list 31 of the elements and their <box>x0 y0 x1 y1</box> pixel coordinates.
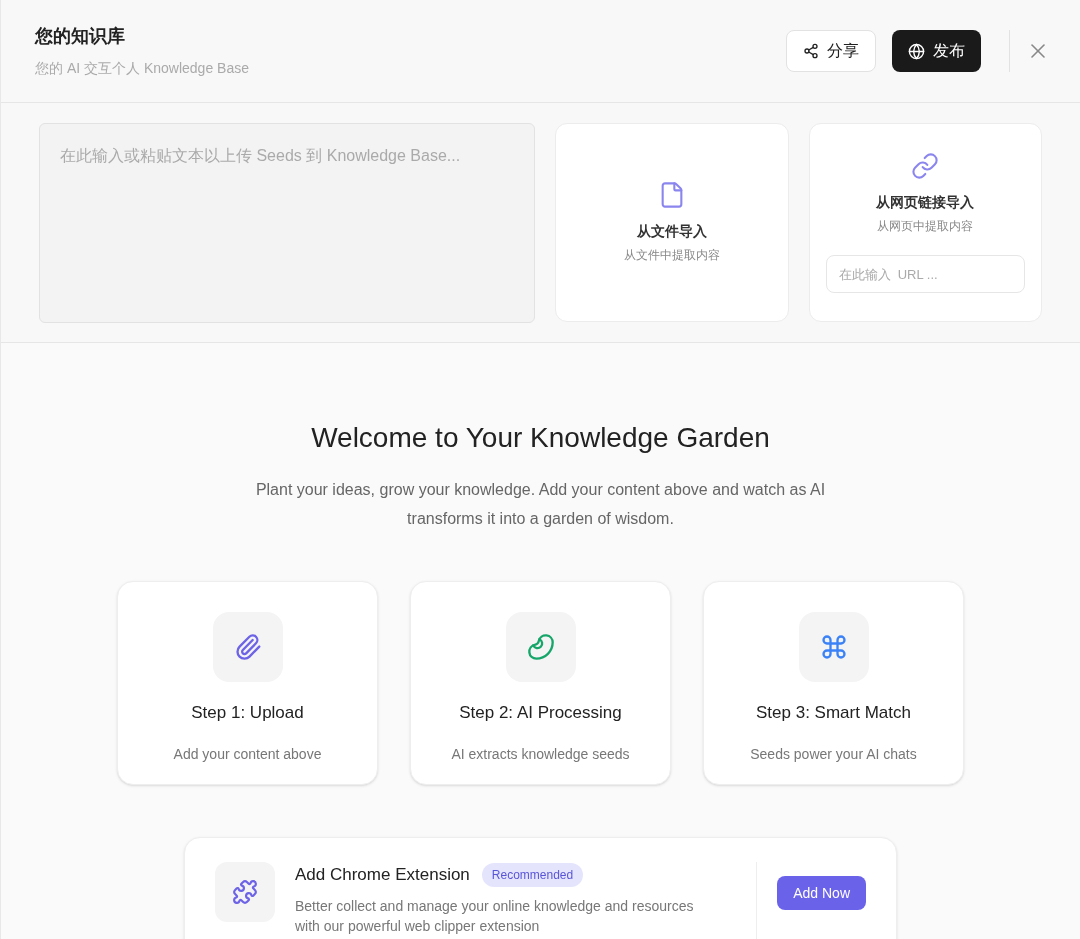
page-title: 您的知识库 <box>35 25 126 48</box>
import-subtitle: 从文件中提取内容 <box>623 247 720 264</box>
recommended-badge: Recommended <box>481 862 584 887</box>
step-description: Seeds power your AI chats <box>750 744 917 764</box>
share-button[interactable]: 分享 <box>786 30 876 72</box>
text-input-field[interactable]: 在此输入或粘贴文本以上传 Seeds 到 Knowledge Base... <box>39 123 535 323</box>
import-card[interactable]: 从文件导入 从文件中提取内容 <box>555 123 789 322</box>
globe-icon <box>908 42 925 60</box>
step-title: Step 1: Upload <box>191 702 304 724</box>
page-subtitle: 您的 AI 交互个人 Knowledge Base <box>35 59 249 78</box>
step-description: Add your content above <box>173 744 322 764</box>
link-icon <box>911 152 940 180</box>
welcome-title: Welcome to Your Knowledge Garden <box>311 421 770 455</box>
step-title: Step 2: AI Processing <box>459 702 622 724</box>
publish-button[interactable]: 发布 <box>892 30 981 72</box>
extension-description: Better collect and manage your online knowledge and resources with our powerful web clipper extension <box>295 896 695 936</box>
extension-title: Add Chrome Extension <box>295 864 470 886</box>
step-title: Step 3: Smart Match <box>756 702 911 724</box>
share-icon <box>803 43 819 59</box>
import-title: 从文件导入 <box>636 222 707 241</box>
welcome-description: Plant your ideas, grow your knowledge. Add your content above and watch as AI transforms it into a garden of wisdom. <box>254 480 827 529</box>
puzzle-icon <box>232 879 258 905</box>
bean-icon <box>526 633 555 661</box>
url-input-field[interactable]: 在此输入 URL ... <box>825 255 1025 293</box>
import-subtitle: 从网页中提取内容 <box>877 218 974 235</box>
step-description: AI extracts knowledge seeds <box>451 744 630 764</box>
command-icon <box>819 633 848 661</box>
import-card[interactable]: 从网页链接导入 从网页中提取内容 在此输入 URL ... <box>808 123 1042 322</box>
add-now-button[interactable]: Add Now <box>777 876 866 910</box>
import-title: 从网页链接导入 <box>876 193 975 212</box>
paperclip-icon <box>233 633 262 661</box>
